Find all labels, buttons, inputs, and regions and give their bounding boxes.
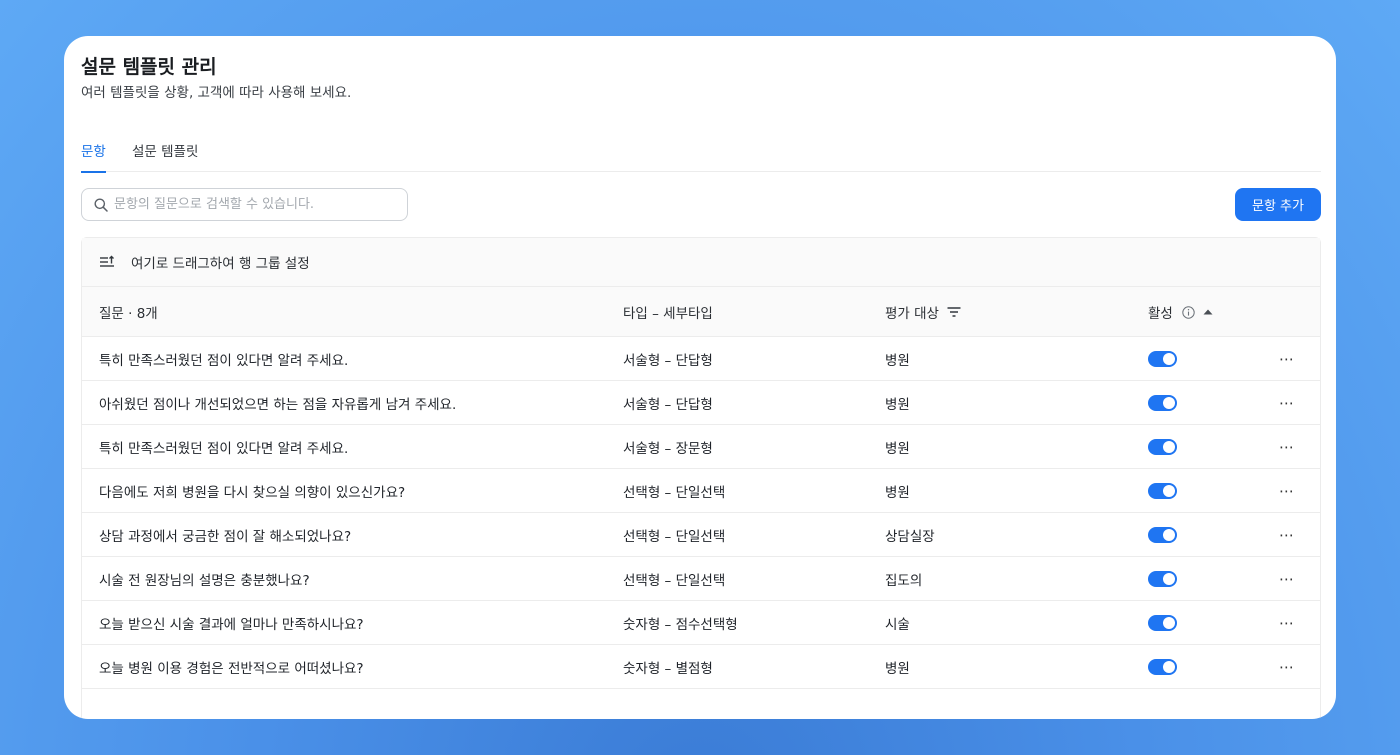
page-title: 설문 템플릿 관리 (81, 56, 217, 78)
cell-question: 상담 과정에서 궁금한 점이 잘 해소되었나요? (99, 528, 352, 545)
cell-actions: ⋯ (1278, 645, 1296, 688)
table-row[interactable]: 상담 과정에서 궁금한 점이 잘 해소되었나요? 선택형 – 단일선택 상담실장 ⋯ (82, 513, 1320, 557)
more-options-icon[interactable]: ⋯ (1278, 438, 1296, 456)
cell-type: 숫자형 – 별점형 (623, 660, 713, 677)
active-toggle[interactable] (1148, 350, 1177, 367)
table-row[interactable]: 다음에도 저희 병원을 다시 찾으실 의향이 있으신가요? 선택형 – 단일선택 병… (82, 469, 1320, 513)
table-row[interactable]: 특히 만족스러웠던 점이 있다면 알려 주세요. 서술형 – 단답형 병원 ⋯ (82, 337, 1320, 381)
toggle-knob (1163, 440, 1175, 453)
table-row[interactable]: 시술 전 원장님의 설명은 충분했나요? 선택형 – 단일선택 집도의 ⋯ (82, 557, 1320, 601)
toggle-knob (1163, 484, 1175, 497)
search-box (81, 188, 408, 221)
cell-type: 서술형 – 단답형 (623, 352, 713, 369)
table-row[interactable]: 오늘 받으신 시술 결과에 얼마나 만족하시나요? 숫자형 – 점수선택형 시술 ⋯ (82, 601, 1320, 645)
cell-type: 선택형 – 단일선택 (623, 484, 726, 501)
cell-active (1148, 425, 1177, 468)
more-options-icon[interactable]: ⋯ (1278, 394, 1296, 412)
toggle-knob (1163, 396, 1175, 409)
toggle-knob (1163, 616, 1175, 629)
cell-target: 병원 (885, 660, 910, 677)
active-toggle[interactable] (1148, 482, 1177, 499)
more-options-icon[interactable]: ⋯ (1278, 570, 1296, 588)
row-group-icon (100, 255, 114, 267)
cell-actions: ⋯ (1278, 601, 1296, 644)
toggle-knob (1163, 572, 1175, 585)
cell-target: 시술 (885, 616, 910, 633)
cell-active (1148, 557, 1177, 600)
column-label-type: 타입 – 세부타입 (623, 306, 713, 322)
cell-type: 서술형 – 단답형 (623, 396, 713, 413)
more-options-icon[interactable]: ⋯ (1278, 614, 1296, 632)
cell-actions: ⋯ (1278, 513, 1296, 556)
column-header-active[interactable]: 활성 (1148, 287, 1213, 337)
more-options-icon[interactable]: ⋯ (1278, 350, 1296, 368)
active-toggle[interactable] (1148, 438, 1177, 455)
column-header-question[interactable]: 질문 · 8개 (99, 287, 158, 337)
cell-target: 집도의 (885, 572, 923, 589)
table-row[interactable]: 오늘 병원 이용 경험은 전반적으로 어떠셨나요? 숫자형 – 별점형 병원 ⋯ (82, 645, 1320, 689)
column-header-target[interactable]: 평가 대상 (885, 287, 961, 337)
cell-type: 서술형 – 장문형 (623, 440, 713, 457)
cell-active (1148, 645, 1177, 688)
cell-target: 병원 (885, 352, 910, 369)
template-manager-card: 설문 템플릿 관리 여러 템플릿을 상황, 고객에 따라 사용해 보세요. 문항… (64, 36, 1336, 719)
tab-survey-templates[interactable]: 설문 템플릿 (132, 140, 198, 172)
row-group-drop-zone[interactable]: 여기로 드래그하여 행 그룹 설정 (82, 238, 1320, 287)
cell-type: 선택형 – 단일선택 (623, 528, 726, 545)
column-label-target: 평가 대상 (885, 306, 939, 322)
cell-active (1148, 469, 1177, 512)
cell-target: 상담실장 (885, 528, 935, 545)
tab-questions[interactable]: 문항 (81, 140, 106, 173)
cell-actions: ⋯ (1278, 337, 1296, 380)
row-group-label: 여기로 드래그하여 행 그룹 설정 (131, 256, 310, 272)
column-label-active: 활성 (1148, 306, 1173, 322)
cell-target: 병원 (885, 396, 910, 413)
active-toggle[interactable] (1148, 394, 1177, 411)
active-toggle[interactable] (1148, 614, 1177, 631)
cell-target: 병원 (885, 440, 910, 457)
cell-actions: ⋯ (1278, 557, 1296, 600)
page-subtitle: 여러 템플릿을 상황, 고객에 따라 사용해 보세요. (81, 85, 352, 101)
search-icon (94, 198, 108, 212)
table-row[interactable]: 특히 만족스러웠던 점이 있다면 알려 주세요. 서술형 – 장문형 병원 ⋯ (82, 425, 1320, 469)
table-body: 특히 만족스러웠던 점이 있다면 알려 주세요. 서술형 – 단답형 병원 ⋯ 아쉬웠던… (82, 337, 1320, 689)
tab-bar: 문항 설문 템플릿 (81, 130, 1321, 173)
table-row[interactable]: 아쉬웠던 점이나 개선되었으면 하는 점을 자유롭게 남겨 주세요. 서술형 – … (82, 381, 1320, 425)
cell-active (1148, 381, 1177, 424)
cell-active (1148, 601, 1177, 644)
cell-target: 병원 (885, 484, 910, 501)
cell-type: 숫자형 – 점수선택형 (623, 616, 738, 633)
table-header: 질문 · 8개 타입 – 세부타입 평가 대상 활성 (82, 287, 1320, 337)
questions-table: 여기로 드래그하여 행 그룹 설정 질문 · 8개 타입 – 세부타입 평가 대… (81, 237, 1321, 719)
cell-active (1148, 513, 1177, 556)
cell-question: 오늘 받으신 시술 결과에 얼마나 만족하시나요? (99, 616, 364, 633)
more-options-icon[interactable]: ⋯ (1278, 482, 1296, 500)
info-icon[interactable] (1182, 305, 1195, 319)
active-toggle[interactable] (1148, 658, 1177, 675)
column-label-question: 질문 · 8개 (99, 306, 158, 322)
toggle-knob (1163, 660, 1175, 673)
active-toggle[interactable] (1148, 570, 1177, 587)
cell-actions: ⋯ (1278, 425, 1296, 468)
toggle-knob (1163, 528, 1175, 541)
add-question-button[interactable]: 문항 추가 (1235, 188, 1321, 221)
cell-question: 특히 만족스러웠던 점이 있다면 알려 주세요. (99, 352, 349, 369)
column-header-type[interactable]: 타입 – 세부타입 (623, 287, 713, 337)
cell-active (1148, 337, 1177, 380)
active-toggle[interactable] (1148, 526, 1177, 543)
cell-question: 특히 만족스러웠던 점이 있다면 알려 주세요. (99, 440, 349, 457)
sort-ascending-icon[interactable] (1203, 309, 1213, 315)
cell-question: 아쉬웠던 점이나 개선되었으면 하는 점을 자유롭게 남겨 주세요. (99, 396, 457, 413)
toggle-knob (1163, 352, 1175, 365)
more-options-icon[interactable]: ⋯ (1278, 658, 1296, 676)
more-options-icon[interactable]: ⋯ (1278, 526, 1296, 544)
cell-question: 시술 전 원장님의 설명은 충분했나요? (99, 572, 310, 589)
cell-question: 다음에도 저희 병원을 다시 찾으실 의향이 있으신가요? (99, 484, 406, 501)
search-input[interactable] (114, 197, 394, 212)
cell-type: 선택형 – 단일선택 (623, 572, 726, 589)
cell-question: 오늘 병원 이용 경험은 전반적으로 어떠셨나요? (99, 660, 364, 677)
filter-icon[interactable] (947, 306, 961, 318)
cell-actions: ⋯ (1278, 469, 1296, 512)
cell-actions: ⋯ (1278, 381, 1296, 424)
